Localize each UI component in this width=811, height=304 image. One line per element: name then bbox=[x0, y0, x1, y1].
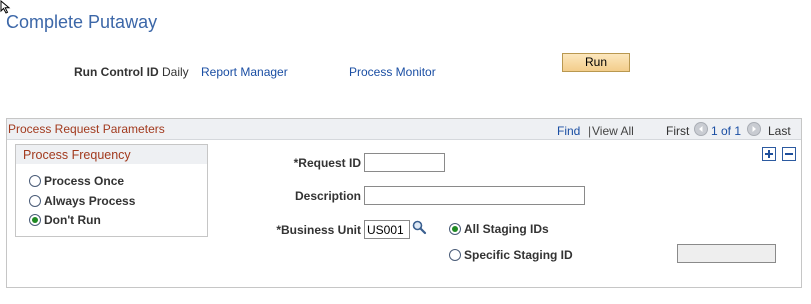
magnifying-glass-icon[interactable] bbox=[411, 219, 427, 235]
description-label: Description bbox=[294, 189, 361, 203]
all-staging-ids-label: All Staging IDs bbox=[464, 222, 549, 236]
all-staging-ids-radio[interactable] bbox=[449, 223, 461, 235]
request-id-input[interactable] bbox=[364, 153, 445, 172]
run-control-id-value: Daily bbox=[162, 65, 189, 79]
last-label[interactable]: Last bbox=[768, 124, 791, 138]
description-input[interactable] bbox=[364, 186, 585, 205]
specific-staging-id-input[interactable] bbox=[677, 244, 776, 263]
process-once-label: Process Once bbox=[44, 174, 125, 188]
minus-icon[interactable] bbox=[782, 147, 796, 161]
process-monitor-link[interactable]: Process Monitor bbox=[349, 65, 436, 79]
plus-icon[interactable] bbox=[762, 147, 776, 161]
always-process-label: Always Process bbox=[44, 194, 136, 208]
specific-staging-id-radio[interactable] bbox=[449, 249, 461, 261]
run-control-id-label: Run Control ID bbox=[74, 65, 159, 79]
find-view-all-separator: | bbox=[588, 124, 592, 138]
process-once-radio[interactable] bbox=[29, 175, 41, 187]
previous-arrow-icon[interactable] bbox=[694, 122, 708, 136]
view-all-link[interactable]: View All bbox=[592, 124, 634, 138]
request-id-label: *Request ID bbox=[293, 156, 361, 170]
dont-run-label: Don't Run bbox=[44, 213, 101, 227]
process-frequency-title: Process Frequency bbox=[23, 148, 131, 162]
page-title: Complete Putaway bbox=[6, 12, 158, 32]
always-process-radio[interactable] bbox=[29, 195, 41, 207]
specific-staging-id-label: Specific Staging ID bbox=[464, 248, 573, 262]
business-unit-label: *Business Unit bbox=[276, 223, 361, 237]
business-unit-input[interactable] bbox=[364, 220, 410, 239]
report-manager-link[interactable]: Report Manager bbox=[201, 65, 288, 79]
find-link[interactable]: Find bbox=[557, 124, 580, 138]
row-pager: 1 of 1 bbox=[711, 124, 742, 138]
next-arrow-icon[interactable] bbox=[747, 122, 761, 136]
panel-title: Process Request Parameters bbox=[8, 122, 165, 136]
run-button[interactable]: Run bbox=[562, 53, 630, 72]
first-label[interactable]: First bbox=[666, 124, 689, 138]
dont-run-radio[interactable] bbox=[29, 214, 41, 226]
